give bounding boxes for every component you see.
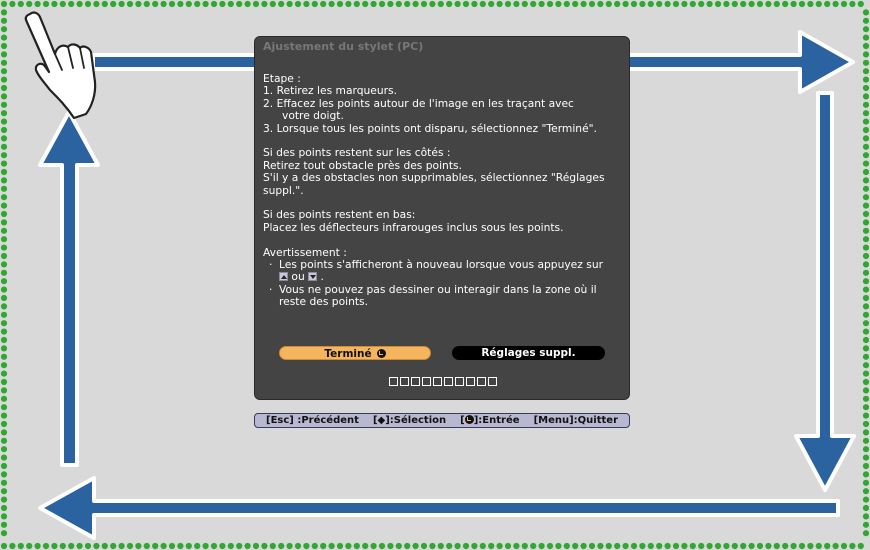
- hand-pointer-icon: [24, 11, 97, 120]
- help-enter: []:Entrée: [460, 415, 520, 426]
- dialog-body: Etape : 1. Retirez les marqueurs. 2. Eff…: [263, 72, 621, 309]
- done-button-label: Terminé: [324, 348, 372, 360]
- side-line-2: S'il y a des obstacles non supprimables,…: [263, 171, 605, 185]
- progress-square: [422, 377, 431, 386]
- done-button[interactable]: Terminé: [279, 346, 431, 360]
- arrow-left-icon: [38, 476, 840, 540]
- help-select: [◆]:Sélection: [372, 415, 447, 426]
- advanced-settings-button[interactable]: Réglages suppl.: [452, 346, 605, 360]
- progress-square: [389, 377, 398, 386]
- arrow-down-icon: [794, 91, 856, 492]
- progress-squares: [389, 377, 497, 386]
- progress-square: [455, 377, 464, 386]
- warning-2: · Vous ne pouvez pas dessiner ou interagi…: [269, 282, 597, 296]
- bottom-line: Placez les déflecteurs infrarouges inclu…: [263, 220, 564, 234]
- side-line-3: suppl.".: [263, 183, 304, 197]
- help-esc: [Esc] :Précédent: [266, 415, 359, 426]
- progress-square: [433, 377, 442, 386]
- progress-square: [411, 377, 420, 386]
- help-menu: [Menu]:Quitter: [533, 415, 618, 426]
- touch-calibration-dialog: Ajustement du stylet (PC) Etape : 1. Ret…: [254, 36, 630, 400]
- progress-square: [444, 377, 453, 386]
- arrow-up-icon: [38, 110, 100, 467]
- progress-square: [488, 377, 497, 386]
- up-key-icon: [279, 272, 288, 282]
- dialog-title: Ajustement du stylet (PC): [263, 40, 424, 53]
- bottom-heading: Si des points restent en bas:: [263, 208, 416, 222]
- help-bar: [Esc] :Précédent [◆]:Sélection []:Entrée…: [254, 413, 630, 428]
- step-3: 3. Lorsque tous les points ont disparu, …: [263, 121, 597, 135]
- enter-icon: [464, 415, 474, 424]
- progress-square: [400, 377, 409, 386]
- enter-icon: [376, 349, 386, 358]
- warning-2-cont: reste des points.: [279, 295, 369, 309]
- down-key-icon: [308, 272, 318, 282]
- side-heading: Si des points restent sur les côtés :: [263, 146, 451, 160]
- warning-1: · Les points s'afficheront à nouveau lors…: [269, 258, 603, 272]
- progress-square: [477, 377, 486, 386]
- progress-square: [466, 377, 475, 386]
